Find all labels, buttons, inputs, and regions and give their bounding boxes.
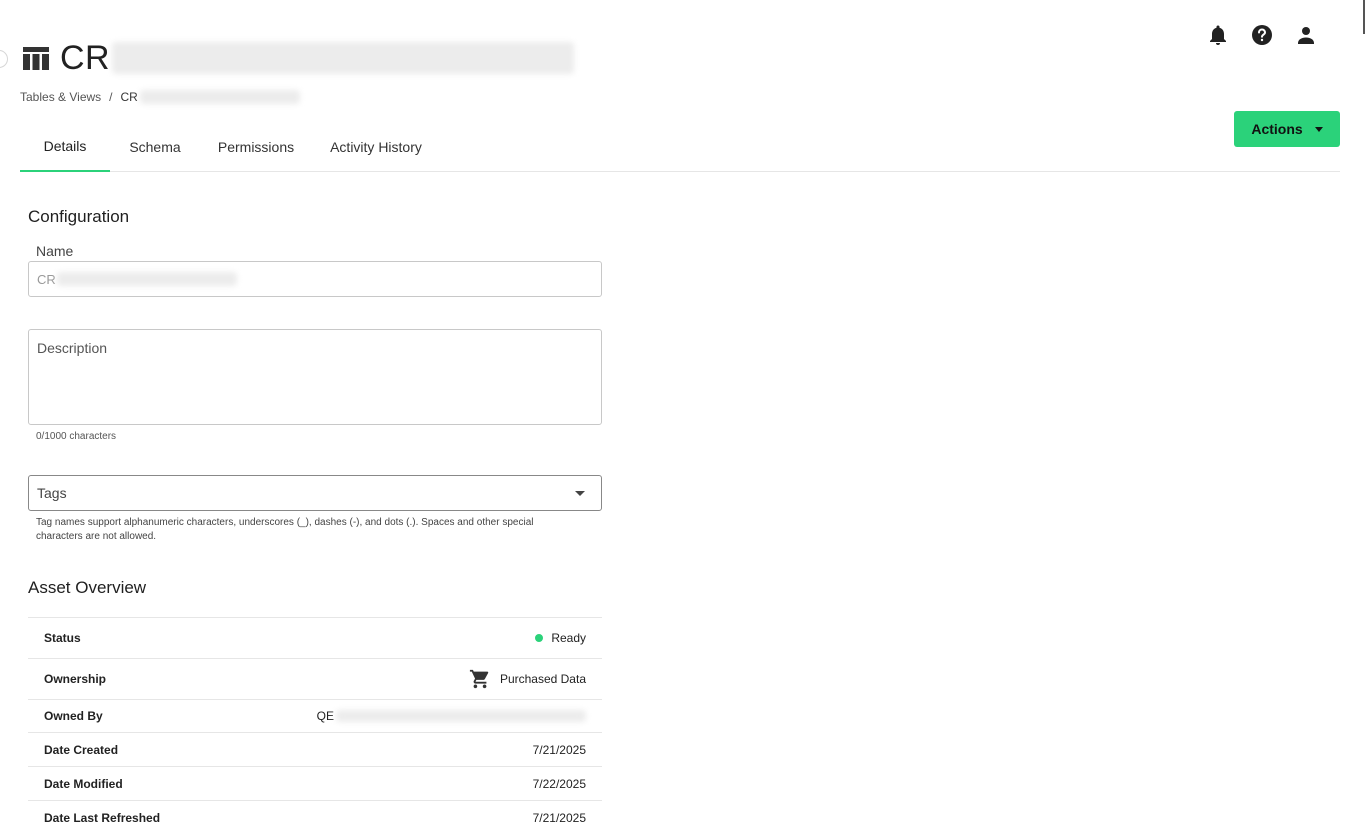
row-value: 7/22/2025 (532, 776, 586, 791)
edge-decoration (0, 50, 8, 68)
row-key: Date Created (44, 742, 119, 757)
redacted-title (112, 42, 575, 74)
status-dot-icon (535, 634, 544, 642)
redacted-owner (336, 710, 586, 722)
description-textarea[interactable]: Description (28, 329, 602, 425)
table-row: Owned By QE (28, 699, 602, 732)
account-icon[interactable] (1295, 24, 1317, 46)
row-key: Ownership (44, 672, 107, 686)
breadcrumb-separator: / (109, 90, 113, 104)
name-value: CR (37, 271, 56, 287)
table-row: Ownership Purchased Data (28, 658, 602, 699)
owned-by-value: QE (317, 709, 586, 723)
breadcrumb: Tables & Views / CR (20, 90, 300, 104)
table-row: Date Last Refreshed 7/21/2025 (28, 800, 602, 832)
tab-details[interactable]: Details (20, 128, 110, 172)
help-icon[interactable] (1251, 24, 1273, 46)
table-icon (23, 47, 49, 70)
ownership-value: Purchased Data (469, 668, 586, 690)
table-row: Date Created 7/21/2025 (28, 732, 602, 766)
tab-schema[interactable]: Schema (110, 128, 200, 172)
redacted-breadcrumb (139, 90, 300, 104)
row-value: QE (316, 709, 334, 723)
description-char-count: 0/1000 characters (36, 431, 117, 442)
row-value: Purchased Data (499, 672, 586, 686)
tab-activity-history[interactable]: Activity History (312, 128, 440, 172)
shopping-cart-icon (469, 669, 489, 689)
name-label: Name (36, 243, 74, 259)
table-row: Date Modified 7/22/2025 (28, 766, 602, 800)
tags-label: Tags (37, 485, 67, 501)
row-key: Owned By (44, 709, 103, 723)
row-key: Date Last Refreshed (44, 810, 161, 825)
row-value: 7/21/2025 (532, 742, 586, 757)
tags-select[interactable]: Tags (28, 475, 602, 511)
description-label: Description (37, 340, 108, 356)
redacted-name (56, 272, 237, 286)
row-value: 7/21/2025 (532, 810, 586, 825)
page-header: CR (22, 38, 575, 78)
asset-overview-table: Status Ready Ownership Purchased Data Ow… (28, 617, 602, 832)
name-input[interactable]: CR (28, 261, 602, 297)
top-toolbar (1207, 24, 1317, 46)
tab-label: Details (43, 138, 87, 154)
configuration-heading: Configuration (28, 207, 130, 226)
table-row: Status Ready (28, 617, 602, 658)
status-badge: Ready (535, 631, 586, 645)
breadcrumb-current: CR (120, 90, 138, 104)
tags-help-text: Tag names support alphanumeric character… (36, 517, 534, 542)
bell-icon[interactable] (1207, 24, 1229, 46)
tab-permissions[interactable]: Permissions (200, 128, 312, 172)
tab-bar: Details Schema Permissions Activity Hist… (20, 128, 1340, 172)
row-key: Date Modified (44, 776, 123, 791)
chevron-down-icon[interactable] (575, 490, 585, 496)
row-key: Status (44, 631, 81, 645)
breadcrumb-root-link[interactable]: Tables & Views (20, 90, 101, 104)
asset-overview-heading: Asset Overview (28, 578, 147, 597)
tab-label: Activity History (330, 139, 422, 155)
page-title: CR (60, 38, 111, 77)
tab-label: Permissions (217, 139, 295, 155)
tab-label: Schema (129, 139, 181, 155)
row-value: Ready (551, 631, 586, 645)
